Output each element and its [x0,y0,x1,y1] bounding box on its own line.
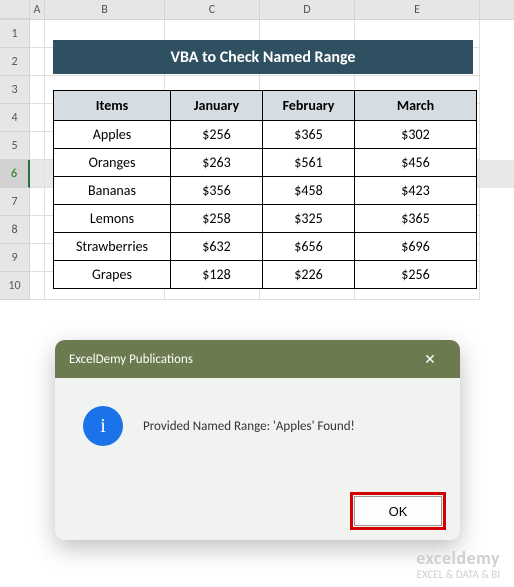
table-cell[interactable]: Lemons [54,205,171,233]
row-header-8[interactable]: 8 [0,216,30,244]
row-header-4[interactable]: 4 [0,104,30,132]
watermark-tagline: EXCEL & DATA & BI [416,569,500,581]
table-cell[interactable]: $365 [263,121,355,149]
table-cell[interactable]: Strawberries [54,233,171,261]
table-row: Strawberries$632$656$696 [54,233,477,261]
table-header-row: Items January February March [54,91,477,121]
table-cell[interactable]: $325 [263,205,355,233]
table-row: Oranges$263$561$456 [54,149,477,177]
table-cell[interactable]: $365 [355,205,477,233]
watermark-brand: exceldemy [416,549,500,569]
table-cell[interactable]: Oranges [54,149,171,177]
table-row: Grapes$128$226$256 [54,261,477,289]
dialog-body: i Provided Named Range: 'Apples' Found! [55,378,460,466]
table-cell[interactable]: $356 [171,177,263,205]
message-dialog: ExcelDemy Publications ✕ i Provided Name… [55,340,460,540]
table-cell[interactable]: Apples [54,121,171,149]
table-cell[interactable]: Bananas [54,177,171,205]
table-cell[interactable]: $458 [263,177,355,205]
close-icon[interactable]: ✕ [414,345,446,373]
spreadsheet: A B C D E 1 2 3 4 5 6 7 8 9 10 VBA to Ch… [0,0,514,587]
table-cell[interactable]: $456 [355,149,477,177]
table-cell[interactable]: $561 [263,149,355,177]
row-headers: 1 2 3 4 5 6 7 8 9 10 [0,20,30,300]
select-all-corner[interactable] [0,0,30,19]
col-header-C[interactable]: C [165,0,260,19]
th-january: January [171,91,263,121]
table-row: Lemons$258$325$365 [54,205,477,233]
table-row: Apples$256$365$302 [54,121,477,149]
table-cell[interactable]: $258 [171,205,263,233]
table-cell[interactable]: $632 [171,233,263,261]
dialog-title-text: ExcelDemy Publications [69,352,193,367]
row-header-10[interactable]: 10 [0,272,30,300]
th-february: February [263,91,355,121]
table-cell[interactable]: $256 [171,121,263,149]
info-icon: i [83,406,123,446]
row-header-5[interactable]: 5 [0,132,30,160]
row-header-2[interactable]: 2 [0,48,30,76]
table-cell[interactable]: $256 [355,261,477,289]
dialog-message: Provided Named Range: 'Apples' Found! [143,419,355,434]
table-cell[interactable]: $226 [263,261,355,289]
table-cell[interactable]: Grapes [54,261,171,289]
col-header-E[interactable]: E [355,0,480,19]
table-row: Bananas$356$458$423 [54,177,477,205]
row-header-3[interactable]: 3 [0,76,30,104]
dialog-footer: OK [354,496,442,526]
ok-button[interactable]: OK [354,496,442,526]
table-cell[interactable]: $263 [171,149,263,177]
table-cell[interactable]: $696 [355,233,477,261]
th-items: Items [54,91,171,121]
page-title: VBA to Check Named Range [53,40,473,74]
table-cell[interactable]: $302 [355,121,477,149]
col-header-D[interactable]: D [260,0,355,19]
table-cell[interactable]: $656 [263,233,355,261]
table-cell[interactable]: $423 [355,177,477,205]
table-cell[interactable]: $128 [171,261,263,289]
th-march: March [355,91,477,121]
watermark: exceldemy EXCEL & DATA & BI [416,549,500,581]
row-header-7[interactable]: 7 [0,188,30,216]
col-header-B[interactable]: B [45,0,165,19]
col-header-A[interactable]: A [30,0,45,19]
row-header-9[interactable]: 9 [0,244,30,272]
data-table: Items January February March Apples$256$… [53,90,477,289]
column-headers: A B C D E [0,0,514,20]
dialog-titlebar[interactable]: ExcelDemy Publications ✕ [55,340,460,378]
row-header-6[interactable]: 6 [0,160,30,188]
row-header-1[interactable]: 1 [0,20,30,48]
